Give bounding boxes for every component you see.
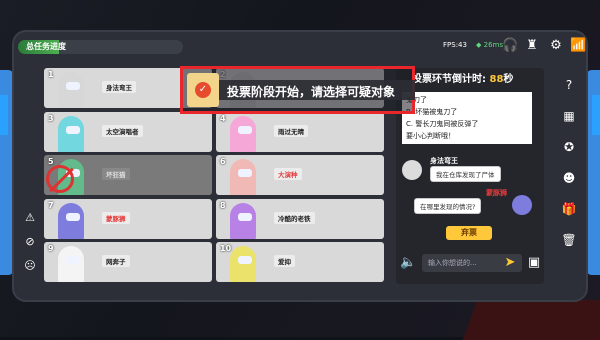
player-avatar	[58, 202, 84, 239]
player-avatar	[58, 72, 84, 108]
chat-message: 我在仓库发现了尸体	[430, 166, 501, 182]
medal-icon[interactable]: ✪	[558, 136, 580, 158]
chat-sender: 蒙豚狮	[486, 189, 507, 197]
player-visor	[66, 256, 80, 264]
player-visor	[66, 212, 80, 221]
player-number: 9	[48, 244, 54, 253]
chat-message: 在哪里发现的情况?	[414, 198, 482, 214]
player-avatar	[230, 115, 256, 152]
player-avatar	[230, 159, 256, 195]
player-avatar	[58, 115, 84, 152]
background-accent	[462, 300, 600, 340]
eliminated-icon	[46, 165, 74, 193]
avatar	[402, 160, 422, 180]
speaker-icon[interactable]: 🔈	[400, 255, 416, 271]
system-log: 鬼刀了 B. 坏猫被鬼刀了 C. 警长刀鬼同被反弹了 要小心判断哦！	[402, 92, 532, 144]
player-name: 冷酷的老铁	[274, 211, 315, 224]
left-toolbar: ⚠ ⊘ ☹	[22, 210, 40, 282]
player-name: 坏狂猫	[102, 168, 130, 180]
vote-timer: 投票环节倒计时: 88秒	[412, 70, 513, 85]
fps-readout: FPS:43	[443, 41, 467, 49]
player-name: 大演种	[274, 168, 302, 180]
player-visor	[66, 125, 80, 134]
player-number: 1	[48, 70, 54, 79]
player-card[interactable]: 10 爱抑	[216, 242, 384, 282]
player-name: 太空演唱者	[102, 124, 143, 137]
bin-icon[interactable]: 🗑	[558, 229, 580, 251]
player-name: 爱抑	[274, 255, 295, 267]
gear-icon[interactable]: ⚙	[548, 38, 564, 54]
player-number: 6	[220, 157, 226, 166]
player-number: 4	[220, 113, 226, 123]
abstain-button[interactable]: 弃票	[446, 226, 492, 240]
player-name: 网奔子	[102, 255, 130, 267]
right-edge-highlight	[592, 95, 600, 135]
player-card[interactable]: 8 冷酷的老铁	[216, 198, 384, 239]
leaderboard-icon[interactable]: ♜	[524, 38, 540, 54]
vote-timer-unit: 秒	[503, 74, 514, 85]
left-edge-highlight	[0, 95, 8, 135]
player-avatar	[230, 202, 256, 239]
log-line: 鬼刀了	[406, 96, 427, 104]
player-visor	[238, 125, 252, 134]
player-card[interactable]: 4 雨过无晴	[216, 111, 384, 152]
player-visor	[66, 82, 80, 90]
player-number: 7	[48, 200, 54, 210]
player-visor	[238, 256, 252, 264]
player-name: 身法弯王	[102, 81, 136, 93]
player-number: 3	[48, 113, 54, 123]
avatar	[512, 195, 532, 215]
player-name: 雨过无晴	[274, 124, 308, 137]
vote-timer-seconds: 88	[489, 74, 504, 85]
emote-icon[interactable]: ☹	[22, 258, 38, 274]
task-progress-bar: 总任务进度	[18, 40, 183, 54]
player-number: 5	[48, 157, 54, 166]
vote-start-banner: 投票阶段开始，请选择可疑对象	[180, 66, 415, 114]
player-card[interactable]: 9 网奔子	[44, 242, 212, 282]
player-number: 8	[220, 200, 226, 210]
player-visor	[238, 169, 252, 177]
log-line: 要小心判断哦！	[406, 132, 455, 140]
help-icon[interactable]: ?	[558, 74, 580, 96]
player-avatar	[58, 246, 84, 282]
log-line: B. 坏猫被鬼刀了	[406, 108, 458, 116]
player-name: 蒙豚狮	[102, 211, 130, 224]
chat-input-row: 🔈 输入你想说的... ➤ ▣	[400, 252, 546, 274]
chat-sender: 身法弯王	[430, 157, 458, 165]
vote-timer-label: 投票环节倒计时:	[412, 74, 486, 85]
top-bar: 总任务进度 FPS:43 ◆ 26ms 🎧 ♜ ⚙ 📶	[18, 38, 587, 60]
send-icon[interactable]: ➤	[502, 255, 518, 271]
player-card[interactable]: 5 坏狂猫	[44, 155, 212, 195]
right-toolbar: ? ▦ ✪ ☻ 🎁 🗑	[558, 74, 582, 260]
emoji-panel-icon[interactable]: ▣	[526, 255, 542, 271]
folder-check-icon	[187, 73, 219, 107]
ping-readout: ◆ 26ms	[476, 41, 503, 49]
emoji-icon[interactable]: ☻	[558, 167, 580, 189]
player-card[interactable]: 7 蒙豚狮	[44, 198, 212, 239]
block-icon[interactable]: ⊘	[22, 234, 38, 250]
report-icon[interactable]: ⚠	[22, 210, 38, 226]
map-icon[interactable]: ▦	[558, 105, 580, 127]
banner-text: 投票阶段开始，请选择可疑对象	[227, 85, 396, 99]
task-progress-label: 总任务进度	[26, 42, 66, 51]
player-visor	[238, 212, 252, 221]
wifi-icon: 📶	[570, 38, 587, 53]
headset-icon[interactable]: 🎧	[502, 38, 518, 54]
gift-icon[interactable]: 🎁	[558, 198, 580, 220]
ping-value: 26ms	[483, 41, 503, 49]
player-card[interactable]: 3 太空演唱者	[44, 111, 212, 152]
player-number: 10	[220, 244, 232, 253]
player-card[interactable]: 6 大演种	[216, 155, 384, 195]
log-line: C. 警长刀鬼同被反弹了	[406, 120, 479, 128]
player-avatar	[230, 246, 256, 282]
